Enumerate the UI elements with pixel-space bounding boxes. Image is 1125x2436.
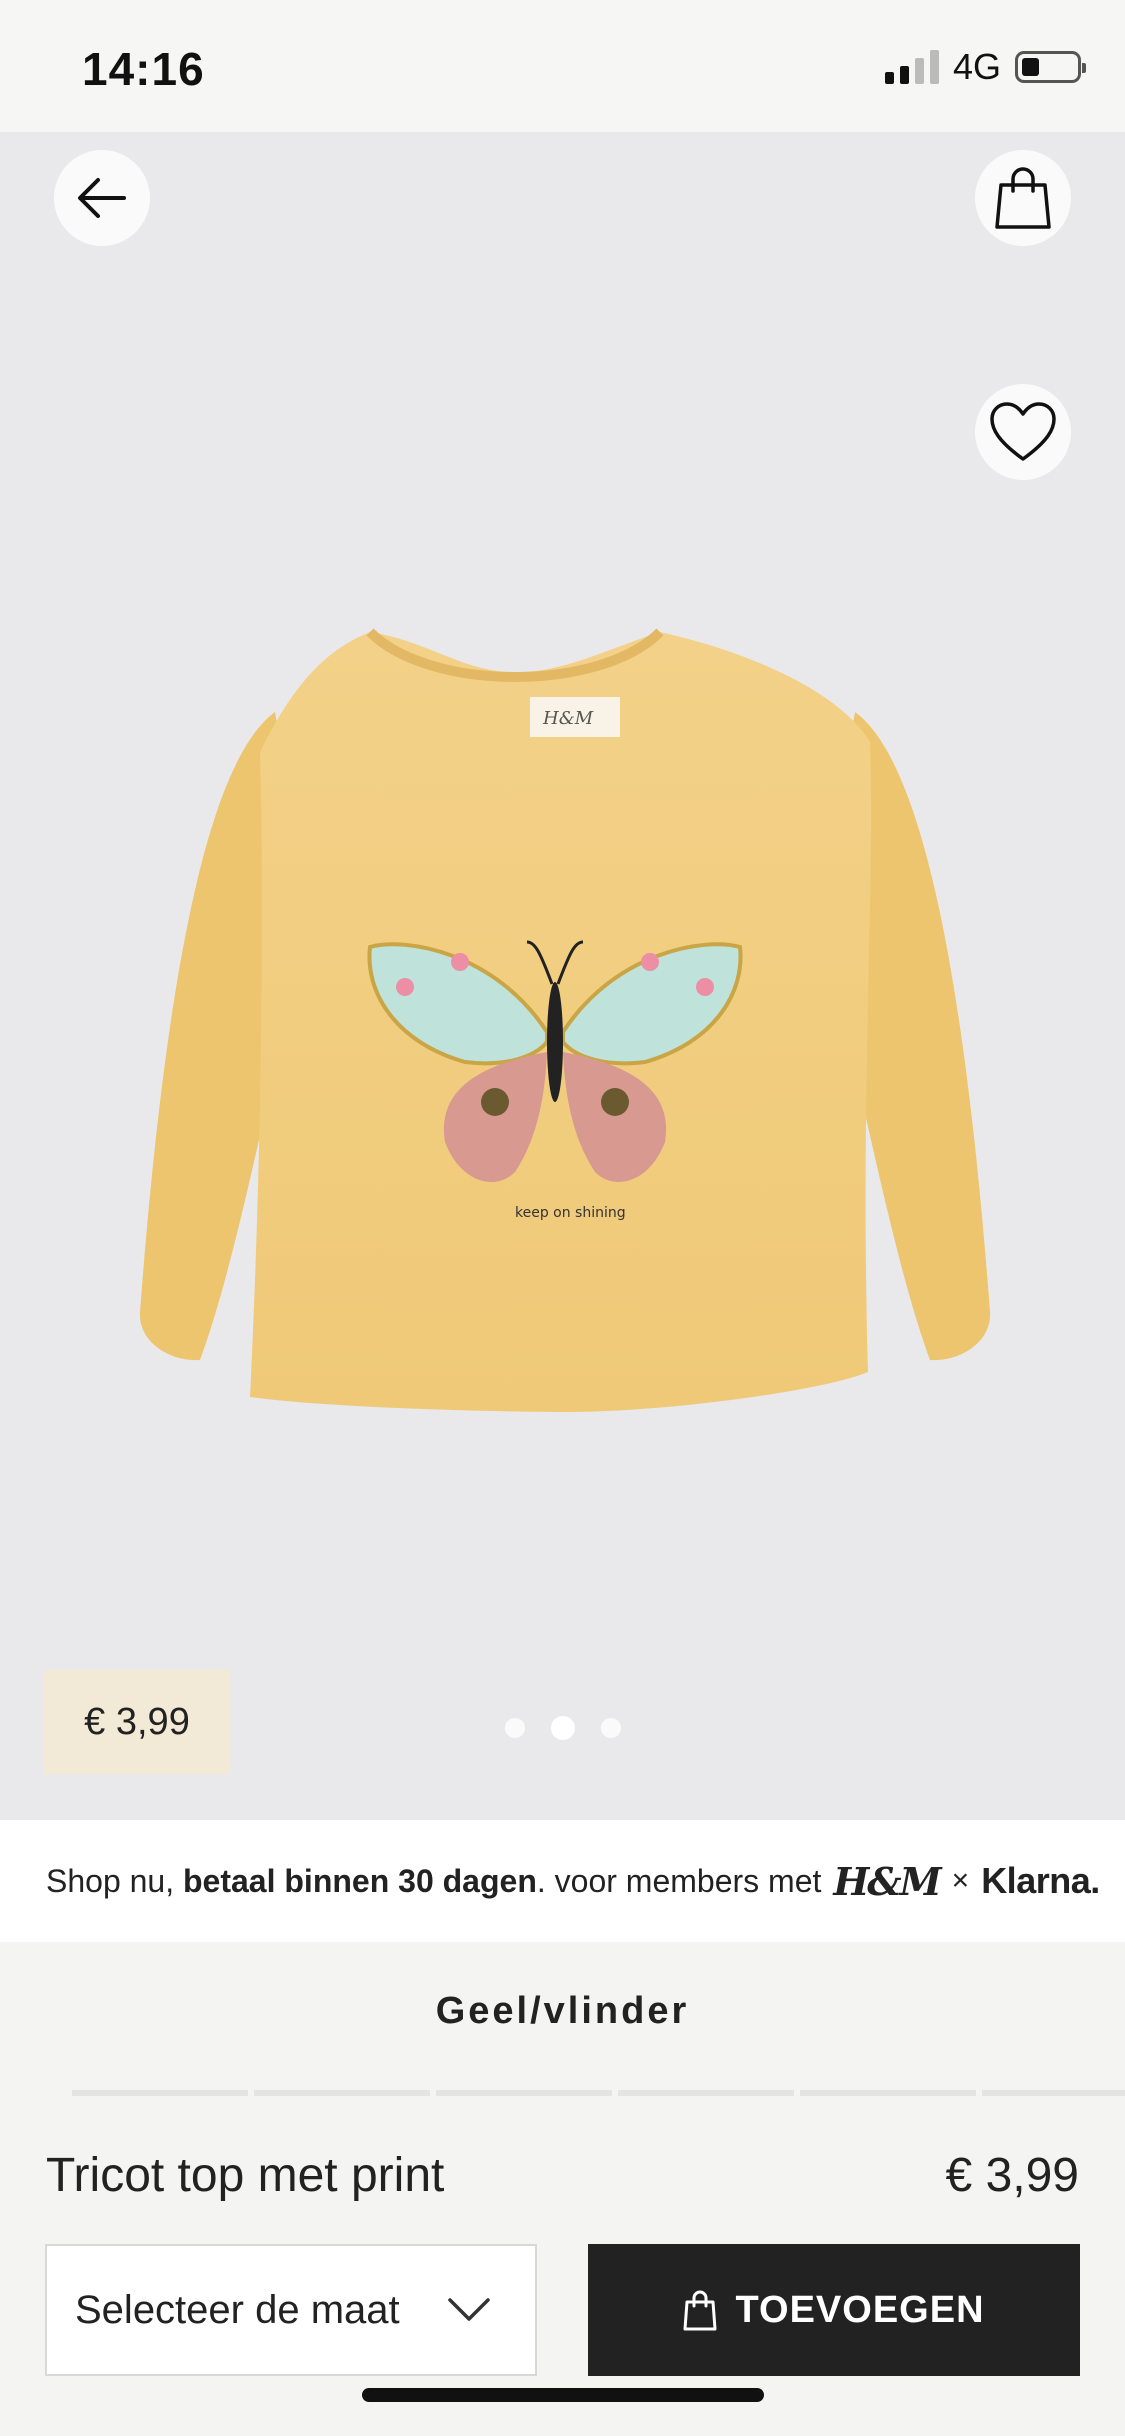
back-button[interactable] — [54, 150, 150, 246]
arrow-left-icon — [78, 178, 126, 218]
add-to-bag-label: TOEVOEGEN — [735, 2288, 985, 2331]
signal-strength-icon — [884, 50, 939, 84]
hm-logo: H&M — [833, 1858, 941, 1904]
network-type: 4G — [952, 46, 1001, 87]
color-swatch[interactable] — [800, 2090, 976, 2096]
status-bar: 14:16 4G — [0, 0, 1125, 132]
color-swatch[interactable] — [254, 2090, 430, 2096]
svg-text:H&M: H&M — [542, 708, 594, 729]
times-symbol: × — [951, 1864, 970, 1897]
color-swatch[interactable] — [618, 2090, 794, 2096]
price-badge: € 3,99 — [44, 1670, 230, 1774]
size-select[interactable]: Selecteer de maat — [45, 2244, 537, 2376]
size-select-placeholder: Selecteer de maat — [75, 2287, 400, 2332]
color-swatch-strip[interactable] — [72, 2090, 1125, 2096]
svg-text:keep on shining: keep on shining — [515, 1205, 626, 1221]
product-price: € 3,99 — [945, 2149, 1079, 2202]
add-to-bag-button[interactable]: TOEVOEGEN — [588, 2244, 1080, 2376]
status-indicators: 4G — [884, 46, 1086, 88]
color-swatch[interactable] — [982, 2090, 1125, 2096]
battery-level — [1022, 58, 1039, 76]
color-name: Geel/vlinder — [435, 1990, 690, 2032]
carousel-dot[interactable] — [601, 1718, 621, 1738]
color-swatch[interactable] — [72, 2090, 248, 2096]
klarna-logo: Klarna. — [981, 1860, 1100, 1901]
product-title: Tricot top met print — [46, 2149, 445, 2202]
shopping-bag-icon — [683, 2290, 717, 2331]
promo-prefix: Shop nu, — [46, 1862, 175, 1899]
favorite-button[interactable] — [975, 384, 1071, 480]
heart-outline-icon — [990, 402, 1056, 461]
promo-suffix: . voor members met — [536, 1862, 822, 1899]
chevron-down-icon — [448, 2298, 490, 2321]
product-image-carousel[interactable]: H&M keep on shining € 3,99 — [0, 132, 1125, 1820]
battery-icon — [1015, 51, 1086, 83]
shopping-bag-icon — [995, 167, 1051, 229]
promo-bold: betaal binnen 30 dagen — [183, 1862, 537, 1899]
color-swatch[interactable] — [436, 2090, 612, 2096]
carousel-dot-active[interactable] — [553, 1718, 573, 1738]
carousel-indicator — [505, 1718, 621, 1738]
home-indicator[interactable] — [362, 2388, 764, 2402]
carousel-dot[interactable] — [505, 1718, 525, 1738]
shopping-bag-button[interactable] — [975, 150, 1071, 246]
product-info-row: Tricot top met print € 3,99 — [46, 2148, 1079, 2203]
klarna-promo-banner[interactable]: Shop nu, betaal binnen 30 dagen. voor me… — [0, 1820, 1125, 1942]
status-time: 14:16 — [82, 43, 205, 95]
product-image: H&M keep on shining — [100, 492, 1030, 1492]
